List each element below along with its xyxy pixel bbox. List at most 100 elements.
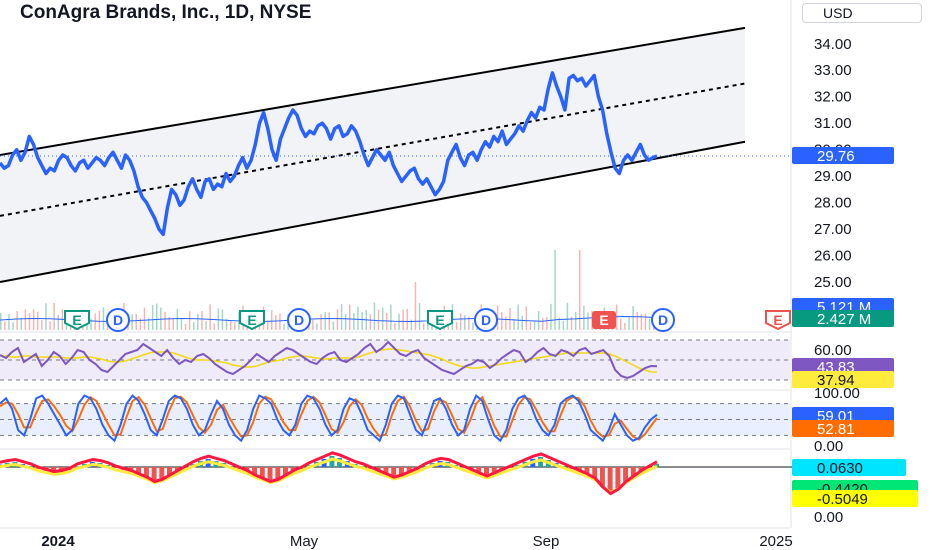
volume-bar xyxy=(217,308,220,330)
volume-bar xyxy=(205,321,207,330)
volume-bar xyxy=(513,318,515,330)
volume-bar xyxy=(37,311,39,330)
volume-bar xyxy=(459,313,462,330)
volume-bar xyxy=(28,313,31,330)
volume-bar xyxy=(344,313,347,330)
volume-bar xyxy=(184,323,187,330)
volume-bar xyxy=(45,303,47,330)
volume-bar xyxy=(402,309,404,330)
event-label: E xyxy=(435,312,444,328)
volume-bar xyxy=(562,321,565,330)
volume-bar xyxy=(369,314,372,330)
macd-hist-bar xyxy=(329,456,335,467)
volume-bar xyxy=(340,304,343,330)
event-label: D xyxy=(113,312,123,328)
volume-bar xyxy=(312,319,314,330)
volume-bar xyxy=(521,315,523,330)
volume-bar xyxy=(8,314,10,330)
volume-bar xyxy=(620,318,622,330)
event-label: E xyxy=(599,312,608,328)
volume-bar xyxy=(537,311,540,330)
price-tick-label: 31.00 xyxy=(814,115,852,132)
time-tick-label: Sep xyxy=(533,533,560,550)
volume-bar xyxy=(418,302,421,330)
volume-bar xyxy=(90,318,92,330)
volume-bar xyxy=(644,313,647,330)
volume-bar xyxy=(151,305,154,330)
volume-bar xyxy=(193,322,195,330)
macd-tick-label: 0.00 xyxy=(814,509,843,526)
volume-bar xyxy=(332,321,335,330)
price-tick-label: 26.00 xyxy=(814,248,852,265)
volume-bar xyxy=(275,315,277,330)
volume-bar xyxy=(230,320,232,330)
volume-bar xyxy=(525,306,528,330)
time-tick-label: 2024 xyxy=(41,533,75,550)
volume-bar xyxy=(353,313,355,330)
price-tick-label: 32.00 xyxy=(814,89,852,106)
volume-bar xyxy=(566,302,569,330)
value-badges: 29.765.121 M2.427 M43.8337.9459.0152.810… xyxy=(792,147,918,508)
volume-bar xyxy=(32,309,35,330)
volume-bar xyxy=(574,311,577,330)
volume-bar xyxy=(20,317,22,330)
time-tick-label: May xyxy=(290,533,319,550)
volume-bar xyxy=(394,322,396,330)
volume-bar xyxy=(24,309,27,330)
volume-bar xyxy=(464,315,466,330)
stochastic-pane xyxy=(0,393,790,443)
time-axis[interactable]: 2024 May Sep 2025 xyxy=(41,533,792,550)
currency-selector[interactable]: USD xyxy=(802,3,922,23)
volume-bar xyxy=(640,313,643,330)
volume-bar xyxy=(361,312,363,330)
volume-bar xyxy=(53,303,55,330)
price-tick-label: 25.00 xyxy=(814,274,852,291)
volume-bar xyxy=(143,307,146,330)
volume-bar xyxy=(57,314,59,330)
volume-bar xyxy=(533,321,536,330)
volume-bar xyxy=(324,312,326,330)
volume-bar xyxy=(12,322,14,330)
macd-pane xyxy=(0,451,800,496)
volume-bar xyxy=(628,316,630,330)
chart: EDEDEDEDE 35.0034.0033.0032.0031.0030.00… xyxy=(0,0,918,550)
event-label: D xyxy=(658,312,668,328)
volume-bar xyxy=(102,307,105,330)
volume-bar xyxy=(98,310,101,330)
volume-bar xyxy=(505,316,507,330)
volume-bar xyxy=(587,312,589,330)
volume-bar xyxy=(328,312,330,330)
volume-bar xyxy=(349,304,351,330)
volume-bar xyxy=(213,323,215,330)
volume-bar xyxy=(648,318,651,330)
volume-bar xyxy=(414,282,417,330)
volume-bar xyxy=(201,311,203,330)
volume-bar xyxy=(579,250,581,330)
event-label: D xyxy=(294,312,304,328)
last-price-badge: 29.76 xyxy=(817,148,855,165)
volume-bar xyxy=(279,313,281,330)
volume-bar xyxy=(615,304,618,330)
volume-bar xyxy=(131,314,133,330)
rsi-tick-label: 60.00 xyxy=(814,342,852,359)
volume-bar xyxy=(49,321,51,330)
volume-bar xyxy=(94,313,96,330)
macd-signal-badge: -0.5049 xyxy=(817,491,868,508)
price-tick-label: 29.00 xyxy=(814,168,852,185)
volume-bar xyxy=(554,250,556,330)
volume-bar xyxy=(156,303,158,330)
volume-bar xyxy=(283,323,285,330)
macd-hist-bar xyxy=(615,467,621,489)
volume-bar xyxy=(197,314,199,330)
price-tick-label: 34.00 xyxy=(814,36,852,53)
volume-bar xyxy=(542,317,544,330)
volume-bar xyxy=(550,303,552,330)
rsi-pane xyxy=(0,339,790,381)
volume-bar xyxy=(172,319,174,330)
price-axis[interactable]: 35.0034.0033.0032.0031.0030.0029.0028.00… xyxy=(814,9,860,526)
volume-bar xyxy=(41,320,43,330)
macd-value-badge: 0.0630 xyxy=(817,460,863,477)
volume-bar xyxy=(357,306,359,330)
volume-bar xyxy=(16,311,18,330)
volume-bar xyxy=(135,314,137,330)
